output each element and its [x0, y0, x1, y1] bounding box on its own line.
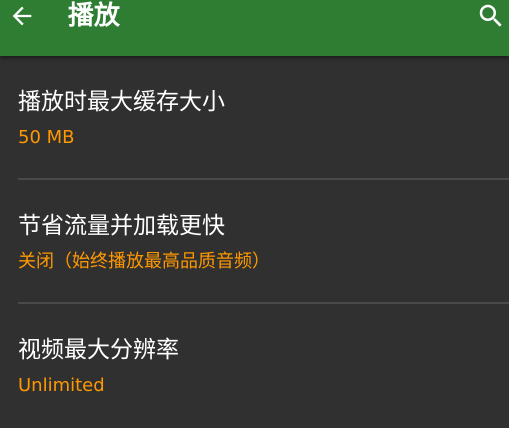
pref-summary: 50 MB [18, 127, 75, 148]
preference-list: 播放时最大缓存大小 50 MB 节省流量并加载更快 关闭（始终播放最高品质音频）… [0, 56, 509, 428]
pref-summary: Unlimited [18, 375, 105, 396]
pref-summary: 关闭（始终播放最高品质音频） [18, 251, 270, 272]
pref-title: 节省流量并加载更快 [18, 213, 225, 239]
pref-title: 播放时最大缓存大小 [18, 89, 225, 115]
pref-max-cache-size[interactable]: 播放时最大缓存大小 50 MB [0, 56, 509, 180]
search-button[interactable] [473, 0, 509, 32]
page-title: 播放 [68, 1, 121, 31]
search-icon [479, 4, 502, 27]
back-button[interactable] [4, 0, 40, 32]
pref-max-video-resolution[interactable]: 视频最大分辨率 Unlimited [0, 304, 509, 428]
arrow-left-icon [12, 6, 32, 26]
app-bar: 播放 [0, 0, 509, 56]
pref-data-saver[interactable]: 节省流量并加载更快 关闭（始终播放最高品质音频） [0, 180, 509, 304]
pref-title: 视频最大分辨率 [18, 337, 179, 363]
